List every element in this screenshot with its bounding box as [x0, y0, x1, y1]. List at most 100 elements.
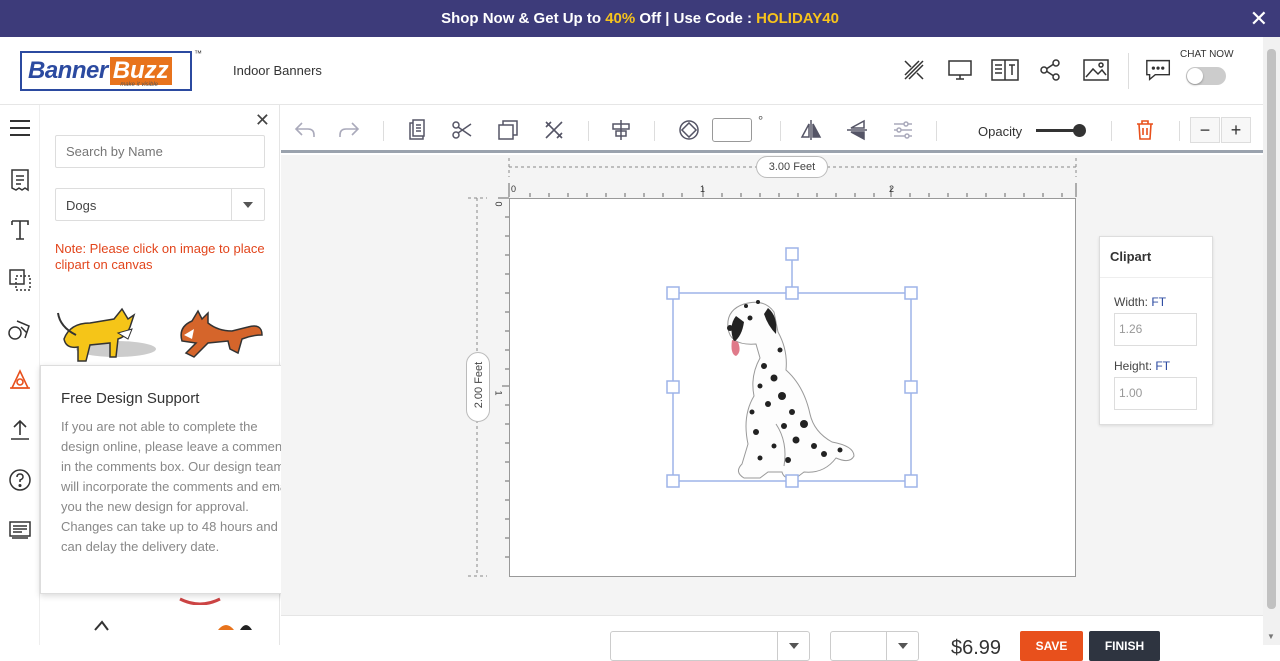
clipart-search-input[interactable] [55, 135, 265, 168]
chevron-down-icon[interactable] [886, 632, 918, 660]
clipart-width-input[interactable]: 1.26 [1114, 313, 1197, 346]
design-tools-icon[interactable] [899, 55, 929, 85]
clipart-thumb-partial-2[interactable] [90, 619, 130, 637]
ruler-left-label: 0 [493, 201, 504, 207]
logo-trademark: ™ [194, 49, 202, 58]
category-selected-value: Dogs [66, 198, 97, 213]
clipart-thumb-fox-red[interactable] [172, 305, 264, 370]
upload-icon[interactable] [6, 416, 34, 444]
editor-toolbar: ° Opacity − + [281, 105, 1263, 153]
cut-icon[interactable] [449, 117, 475, 143]
promo-prefix: Shop Now & Get Up to [441, 10, 606, 27]
scrollbar-thumb[interactable] [1267, 49, 1276, 609]
bottom-select-1[interactable] [610, 631, 810, 661]
redo-icon[interactable] [336, 117, 362, 143]
ruler-top-label: 0 [511, 184, 517, 194]
promo-code: HOLIDAY40 [756, 10, 839, 27]
chevron-down-icon[interactable] [777, 632, 809, 660]
promo-discount: 40% [605, 10, 636, 27]
clipart-thumb-partial-3[interactable] [210, 619, 260, 637]
clipart-panel-divider [1100, 277, 1212, 278]
selected-clipart-dalmatian[interactable] [664, 246, 920, 490]
share-icon[interactable] [1035, 55, 1065, 85]
clipart-usage-note: Note: Please click on image to place cli… [55, 241, 265, 272]
save-button[interactable]: SAVE [1020, 631, 1083, 661]
page-scrollbar[interactable]: ▼ [1263, 37, 1280, 645]
clipart-category-select[interactable]: Dogs [55, 188, 265, 221]
image-preview-icon[interactable] [1081, 55, 1111, 85]
ruler-top-label: 1 [700, 184, 706, 194]
toolbar-separator [588, 121, 589, 141]
toolbar-separator [654, 121, 655, 141]
delete-x-icon[interactable] [541, 117, 567, 143]
chat-now-label: CHAT NOW [1180, 49, 1234, 60]
promo-banner: Shop Now & Get Up to 40% Off | Use Code … [0, 0, 1280, 37]
canvas-width-label: 3.00 Feet [756, 156, 828, 178]
duplicate-icon[interactable] [495, 117, 521, 143]
clipart-height-input[interactable]: 1.00 [1114, 377, 1197, 410]
chat-icon[interactable] [1144, 55, 1174, 85]
shapes-tool-icon[interactable] [6, 266, 34, 294]
clipart-tool-icon[interactable] [6, 366, 34, 394]
align-center-icon[interactable] [608, 117, 634, 143]
canvas-height-label: 2.00 Feet [473, 361, 485, 409]
menu-icon[interactable] [6, 114, 34, 142]
flip-vertical-icon[interactable] [844, 117, 870, 143]
rotate-icon[interactable] [676, 117, 702, 143]
scroll-down-icon[interactable]: ▼ [1267, 632, 1275, 641]
desktop-preview-icon[interactable] [945, 55, 975, 85]
toolbar-separator [1179, 121, 1180, 141]
toolbar-separator [383, 121, 384, 141]
bottom-action-bar: $6.99 SAVE FINISH [281, 615, 1263, 661]
logo-text-banner: Banner [28, 57, 108, 84]
clipart-panel-title: Clipart [1110, 249, 1152, 264]
adjust-sliders-icon[interactable] [890, 117, 916, 143]
guide-book-icon[interactable] [990, 55, 1020, 85]
chat-toggle-knob [1187, 68, 1203, 84]
site-header: Banner Buzz ™ make it visible Indoor Ban… [0, 37, 1263, 105]
template-icon[interactable] [6, 166, 34, 194]
bannerbuzz-logo[interactable]: Banner Buzz ™ make it visible [20, 49, 202, 91]
degree-symbol: ° [758, 113, 764, 128]
zoom-in-button[interactable]: + [1221, 117, 1251, 143]
logo-tagline: make it visible [120, 82, 158, 88]
clipart-properties-panel: Clipart Width: FT 1.26 Height: FT 1.00 [1099, 236, 1213, 425]
product-price: $6.99 [951, 637, 1002, 659]
toolbar-separator [936, 121, 937, 141]
help-icon[interactable] [6, 466, 34, 494]
toolbar-separator [1111, 121, 1112, 141]
popover-body: If you are not able to complete the desi… [61, 419, 293, 554]
finish-button[interactable]: FINISH [1089, 631, 1160, 661]
logo-text-buzz: Buzz [109, 57, 172, 85]
height-field-label: Height: FT [1114, 359, 1171, 373]
width-field-label: Width: FT [1114, 295, 1167, 309]
opacity-label: Opacity [978, 124, 1023, 139]
comments-icon[interactable] [6, 516, 34, 544]
panel-close-icon[interactable]: ✕ [255, 110, 270, 131]
bottom-select-2[interactable] [830, 631, 919, 661]
flip-horizontal-icon[interactable] [798, 117, 824, 143]
tool-rail [0, 105, 40, 645]
design-support-popover: ✕ Free Design Support If you are not abl… [40, 365, 310, 594]
text-tool-icon[interactable] [6, 216, 34, 244]
ruler-top-label: 2 [889, 184, 895, 194]
popover-title: Free Design Support [61, 390, 200, 407]
header-divider [1128, 53, 1129, 89]
promo-middle: Off | Use Code : [635, 10, 757, 27]
paste-icon[interactable] [404, 117, 430, 143]
undo-icon[interactable] [292, 117, 318, 143]
zoom-out-button[interactable]: − [1190, 117, 1220, 143]
trash-icon[interactable] [1132, 117, 1158, 143]
opacity-slider-handle[interactable] [1073, 124, 1086, 137]
opacity-slider[interactable] [1036, 124, 1086, 137]
toolbar-separator [780, 121, 781, 141]
graphics-tool-icon[interactable] [6, 316, 34, 344]
chevron-down-icon[interactable] [231, 189, 264, 220]
promo-close-icon[interactable]: ✕ [1250, 6, 1268, 32]
ruler-left-label: 1 [493, 390, 504, 396]
rotation-input[interactable] [712, 118, 752, 142]
clipart-thumb-fox-yellow[interactable] [56, 305, 160, 374]
chat-toggle[interactable] [1186, 67, 1226, 85]
page-title: Indoor Banners [233, 63, 322, 78]
canvas-height-pill: 2.00 Feet [466, 352, 490, 422]
